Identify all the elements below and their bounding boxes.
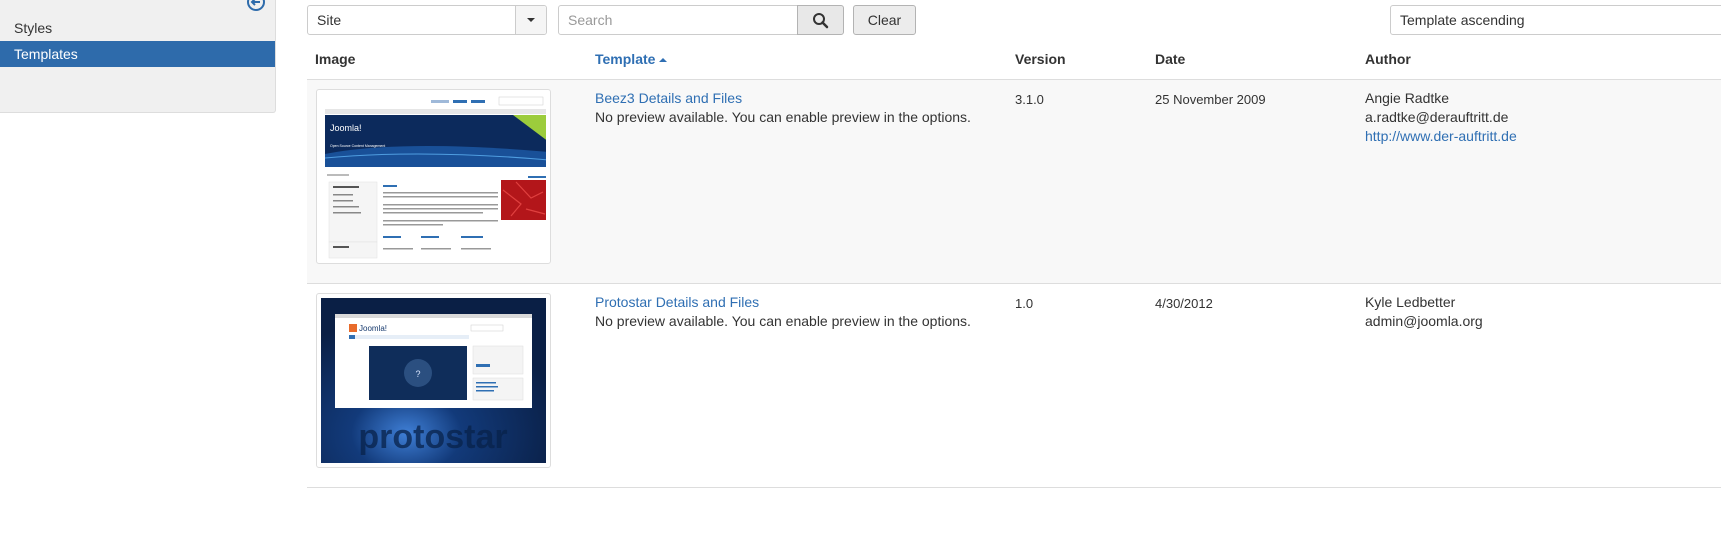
template-thumbnail-protostar[interactable]: Joomla! ? protostar xyxy=(316,293,551,468)
template-info-beez3: Beez3 Details and Files No preview avail… xyxy=(595,89,971,127)
preview-note: No preview available. You can enable pre… xyxy=(595,109,971,125)
client-select[interactable]: Site xyxy=(307,5,547,35)
author-cell: Angie Radtke a.radtke@derauftritt.de htt… xyxy=(1365,89,1517,146)
preview-note: No preview available. You can enable pre… xyxy=(595,313,971,329)
sidebar: Styles Templates xyxy=(0,0,276,113)
version-cell: 3.1.0 xyxy=(1015,92,1044,107)
author-cell: Kyle Ledbetter admin@joomla.org xyxy=(1365,293,1483,331)
author-name: Kyle Ledbetter xyxy=(1365,294,1456,310)
sidebar-item-styles[interactable]: Styles xyxy=(0,15,275,41)
column-header-image: Image xyxy=(315,51,356,67)
table-row: Joomla! Open Source Content Management B… xyxy=(307,80,1721,284)
thumbnail-logo-protostar: Joomla! xyxy=(359,324,387,333)
sort-ascending-icon xyxy=(659,58,668,62)
search-input[interactable] xyxy=(558,5,798,35)
search-icon xyxy=(813,13,829,29)
caret-down-icon xyxy=(527,18,535,22)
table-header: Image Template Version Date Author xyxy=(307,40,1721,80)
template-link-protostar[interactable]: Protostar Details and Files xyxy=(595,294,759,310)
author-url-link[interactable]: http://www.der-auftritt.de xyxy=(1365,128,1517,144)
author-name: Angie Radtke xyxy=(1365,90,1450,106)
sidebar-toggle-icon[interactable] xyxy=(246,0,266,12)
template-info-protostar: Protostar Details and Files No preview a… xyxy=(595,293,971,331)
thumbnail-wordmark-protostar: protostar xyxy=(358,418,507,456)
table-row: Joomla! ? protostar Protostar Details an… xyxy=(307,284,1721,488)
thumbnail-tagline-beez3: Open Source Content Management xyxy=(330,144,385,148)
svg-text:?: ? xyxy=(415,369,420,379)
sidebar-item-templates[interactable]: Templates xyxy=(0,41,275,67)
column-header-author: Author xyxy=(1365,51,1411,67)
version-cell: 1.0 xyxy=(1015,296,1034,311)
author-email: a.radtke@derauftritt.de xyxy=(1365,109,1509,125)
template-thumbnail-beez3[interactable]: Joomla! Open Source Content Management xyxy=(316,89,551,264)
column-header-version: Version xyxy=(1015,51,1066,67)
templates-table: Image Template Version Date Author Jooml… xyxy=(307,40,1721,488)
date-cell: 25 November 2009 xyxy=(1155,92,1266,107)
client-select-value: Site xyxy=(317,12,342,28)
client-select-dropdown-button[interactable] xyxy=(515,6,546,34)
sort-select-value: Template ascending xyxy=(1400,12,1525,28)
column-header-date: Date xyxy=(1155,51,1186,67)
date-cell: 4/30/2012 xyxy=(1155,296,1213,311)
template-link-beez3[interactable]: Beez3 Details and Files xyxy=(595,90,742,106)
column-header-template[interactable]: Template xyxy=(595,40,668,78)
clear-button[interactable]: Clear xyxy=(853,5,916,35)
thumbnail-logo-beez3: Joomla! xyxy=(330,123,362,133)
sort-select[interactable]: Template ascending xyxy=(1390,5,1721,35)
column-header-template-label: Template xyxy=(595,51,656,67)
author-email: admin@joomla.org xyxy=(1365,313,1483,329)
search-button[interactable] xyxy=(797,5,844,35)
